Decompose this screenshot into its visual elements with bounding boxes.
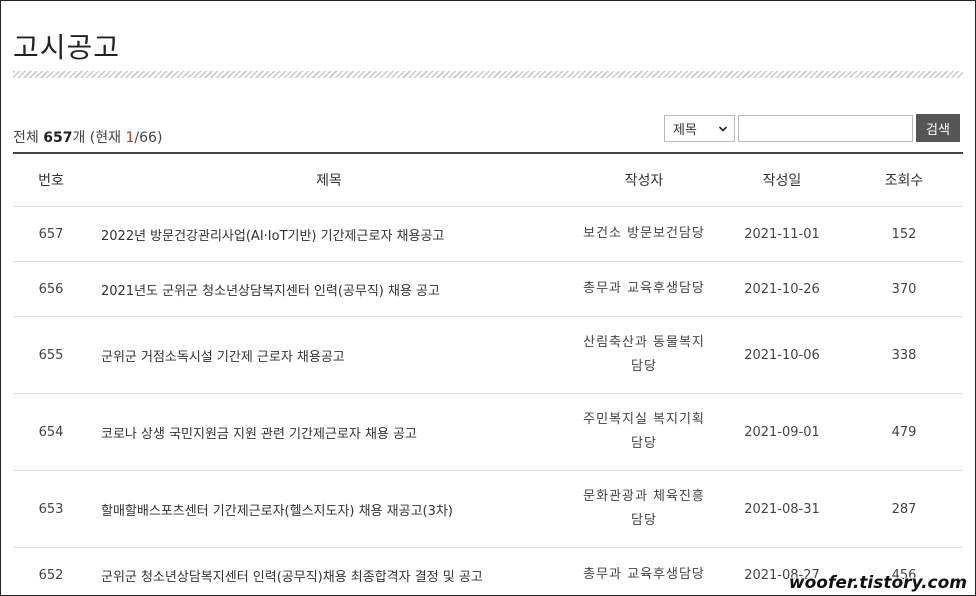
total-label: 전체: [13, 130, 39, 146]
row-views: 479: [845, 393, 963, 471]
row-author: 총무과 교육후생담당: [569, 547, 719, 595]
row-author-line: 보건소 방문보건담당: [583, 226, 705, 241]
row-num: 656: [13, 261, 89, 317]
row-title-link[interactable]: 군위군 거점소독시설 기간제 근로자 채용공고: [89, 316, 569, 394]
row-num: 653: [13, 470, 89, 548]
row-title-link[interactable]: 2021년도 군위군 청소년상담복지센터 인력(공무직) 채용 공고: [89, 261, 569, 317]
row-title-link[interactable]: 2022년 방문건강관리사업(AI·IoT기반) 기간제근로자 채용공고: [89, 206, 569, 262]
row-author-line: 담당: [631, 436, 657, 451]
post-count-summary: 전체 657개 (현재 1/66): [13, 127, 162, 147]
header-date: 작성일: [719, 153, 845, 207]
header-num: 번호: [13, 153, 89, 207]
row-views: 338: [845, 316, 963, 394]
row-date: 2021-09-01: [719, 393, 845, 471]
row-date: 2021-08-31: [719, 470, 845, 548]
row-num: 657: [13, 206, 89, 262]
header-views: 조회수: [845, 153, 963, 207]
header-author: 작성자: [569, 153, 719, 207]
row-views: 370: [845, 261, 963, 317]
watermark-text: woofer.tistory.com: [788, 573, 967, 593]
row-author-line: 담당: [631, 513, 657, 528]
table-row[interactable]: 653 할매할배스포츠센터 기간제근로자(헬스지도자) 채용 재공고(3차) 문…: [13, 470, 963, 548]
page-title: 고시공고: [13, 30, 121, 64]
row-author-line: 총무과 교육후생담당: [583, 567, 705, 582]
page-frame: 고시공고 전체 657개 (현재 1/66) 제목 검색 번호 제목 작성자 작…: [0, 0, 976, 596]
row-num: 652: [13, 547, 89, 595]
table-row[interactable]: 656 2021년도 군위군 청소년상담복지센터 인력(공무직) 채용 공고 총…: [13, 261, 963, 317]
page-total: /66): [134, 130, 163, 146]
row-author-line: 문화관광과 체육진흥: [583, 489, 705, 504]
total-unit: 개: [72, 130, 86, 146]
row-num: 654: [13, 393, 89, 471]
current-prefix: (현재: [89, 130, 122, 146]
search-field-select[interactable]: 제목: [664, 115, 735, 142]
header-title: 제목: [89, 153, 569, 207]
row-author: 총무과 교육후생담당: [569, 261, 719, 317]
notice-board-table: 번호 제목 작성자 작성일 조회수 657 2022년 방문건강관리사업(AI·…: [13, 152, 963, 595]
title-divider: [13, 71, 963, 78]
row-title-link[interactable]: 군위군 청소년상담복지센터 인력(공무직)채용 최종합격자 결정 및 공고: [89, 547, 569, 595]
row-views: 152: [845, 206, 963, 262]
table-header-row: 번호 제목 작성자 작성일 조회수: [13, 153, 963, 207]
row-date: 2021-10-06: [719, 316, 845, 394]
row-author-line: 총무과 교육후생담당: [583, 281, 705, 296]
search-button[interactable]: 검색: [916, 114, 960, 142]
row-date: 2021-10-26: [719, 261, 845, 317]
row-title-link[interactable]: 코로나 상생 국민지원금 지원 관련 기간제근로자 채용 공고: [89, 393, 569, 471]
row-author: 문화관광과 체육진흥담당: [569, 470, 719, 548]
table-row[interactable]: 657 2022년 방문건강관리사업(AI·IoT기반) 기간제근로자 채용공고…: [13, 206, 963, 262]
chevron-down-icon: [718, 126, 728, 132]
row-author: 산림축산과 동물복지담당: [569, 316, 719, 394]
row-author-line: 주민복지실 복지기획: [583, 412, 705, 427]
row-author: 보건소 방문보건담당: [569, 206, 719, 262]
row-author: 주민복지실 복지기획담당: [569, 393, 719, 471]
total-count: 657: [43, 130, 73, 146]
row-views: 287: [845, 470, 963, 548]
row-author-line: 담당: [631, 359, 657, 374]
table-row[interactable]: 654 코로나 상생 국민지원금 지원 관련 기간제근로자 채용 공고 주민복지…: [13, 393, 963, 471]
row-author-line: 산림축산과 동물복지: [583, 335, 705, 350]
search-field-selected: 제목: [673, 123, 697, 138]
row-num: 655: [13, 316, 89, 394]
search-input[interactable]: [738, 115, 913, 142]
table-row[interactable]: 655 군위군 거점소독시설 기간제 근로자 채용공고 산림축산과 동물복지담당…: [13, 316, 963, 394]
row-title-link[interactable]: 할매할배스포츠센터 기간제근로자(헬스지도자) 채용 재공고(3차): [89, 470, 569, 548]
row-date: 2021-11-01: [719, 206, 845, 262]
